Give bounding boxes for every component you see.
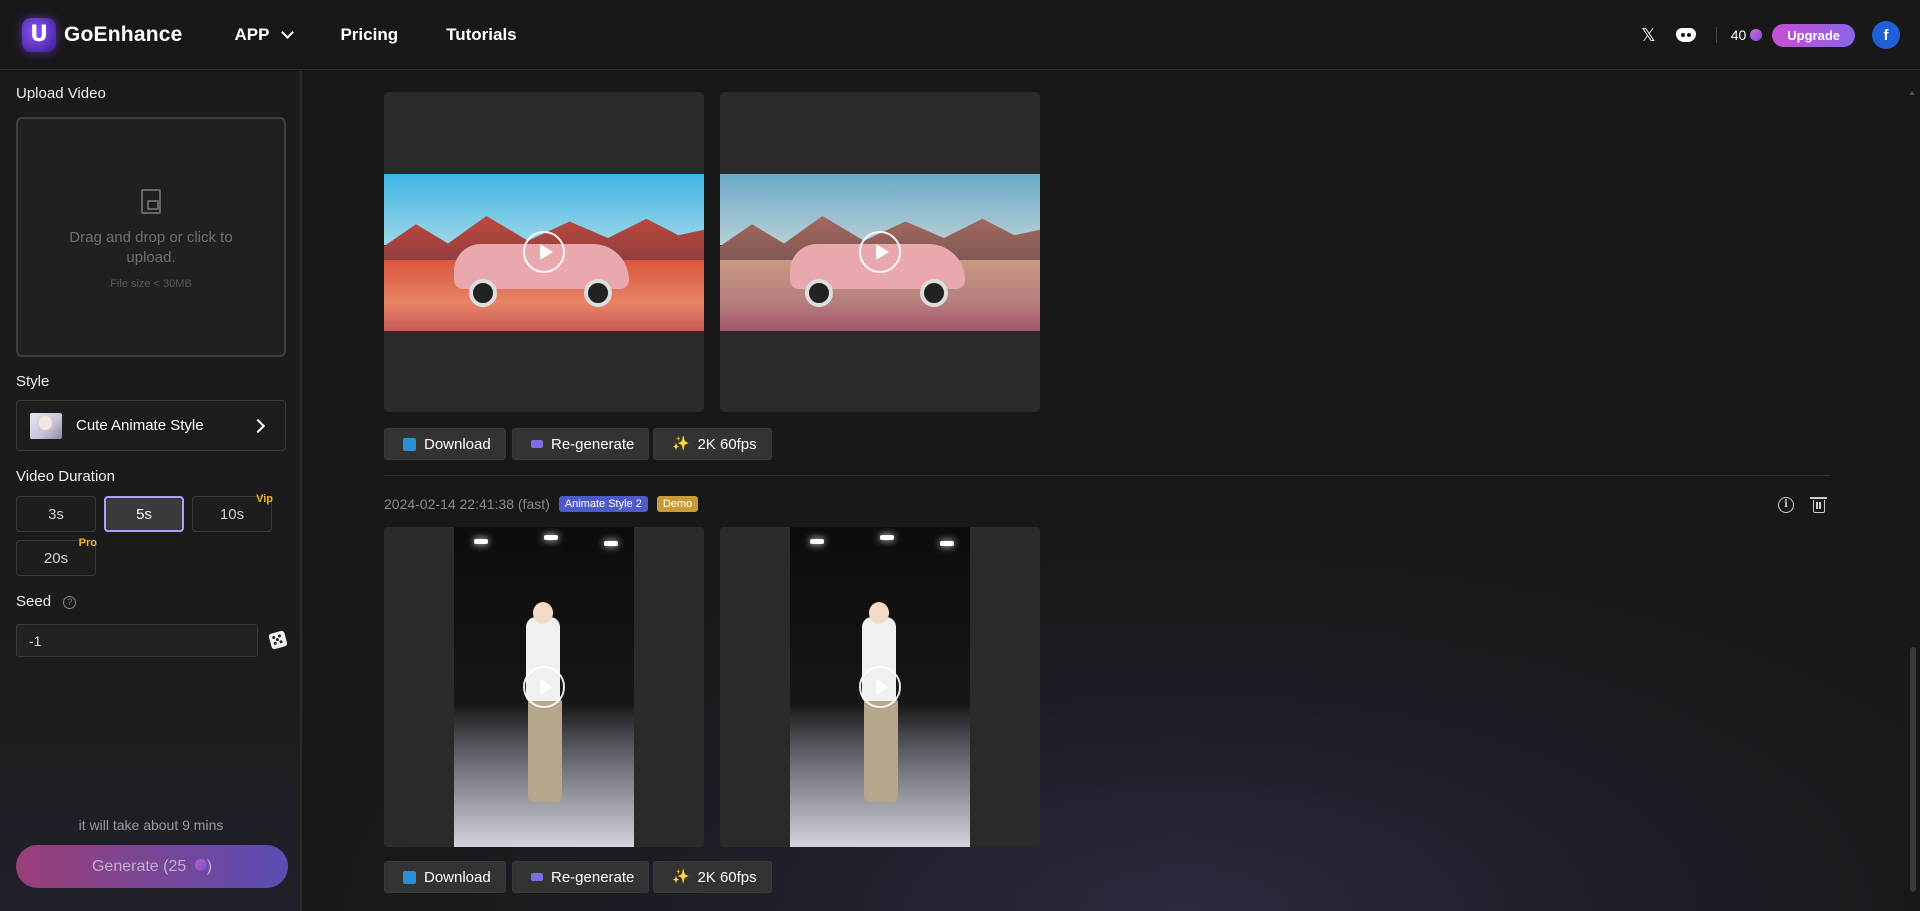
download-icon [403, 870, 416, 884]
upscale-label: 2K 60fps [697, 868, 757, 886]
play-icon[interactable] [523, 666, 565, 708]
time-estimate: it will take about 9 mins [78, 817, 224, 833]
duration-20s-label: 20s [43, 549, 69, 567]
play-icon[interactable] [523, 231, 565, 273]
result-timestamp: 2024-02-14 22:41:38 (fast) [384, 496, 550, 512]
generate-label: Generate (25 [91, 857, 187, 875]
upscale-button[interactable]: ✨ 2K 60fps [653, 861, 772, 893]
download-label: Download [424, 435, 491, 453]
duration-3s[interactable]: 3s [16, 496, 96, 532]
trash-icon[interactable] [1810, 497, 1827, 513]
pro-tag: Pro [78, 537, 97, 549]
nav-app[interactable]: APP [234, 24, 295, 45]
style-label: Style [16, 373, 50, 390]
regenerate-label: Re-generate [551, 868, 635, 886]
sparkle-icon: ✨ [672, 869, 690, 885]
upload-dropzone[interactable]: Drag and drop or click to upload. File s… [16, 117, 286, 357]
top-header: U GoEnhance APP Pricing Tutorials 𝕏 40 U… [0, 0, 1920, 70]
upload-label: Upload Video [16, 85, 106, 102]
nav-tutorials[interactable]: Tutorials [446, 25, 517, 45]
logo[interactable]: U GoEnhance [22, 17, 183, 52]
nav-app-label: APP [234, 24, 270, 44]
duration-5s-label: 5s [136, 505, 152, 523]
logo-text: GoEnhance [64, 22, 183, 46]
style-value: Cute Animate Style [76, 417, 204, 434]
scrollbar[interactable] [1904, 71, 1920, 911]
style-selector[interactable]: Cute Animate Style [16, 400, 286, 451]
chevron-right-icon [250, 418, 266, 434]
style-thumbnail [30, 412, 62, 439]
scroll-up-icon[interactable] [1909, 91, 1915, 95]
regenerate-button[interactable]: Re-generate [512, 428, 650, 460]
generate-button[interactable]: Generate (25 ) [16, 845, 288, 888]
upgrade-button[interactable]: Upgrade [1772, 23, 1855, 47]
main-nav: APP Pricing Tutorials [235, 25, 565, 45]
x-twitter-icon[interactable]: 𝕏 [1641, 25, 1656, 46]
results-panel: Download Re-generate ✨ 2K 60fps 2024-02-1… [304, 71, 1904, 911]
download-button[interactable]: Download [384, 428, 506, 460]
upload-size-limit: File size < 30MB [110, 278, 192, 290]
style-badge: Animate Style 2 [558, 496, 648, 512]
credits-value: 40 [1730, 27, 1747, 43]
demo-badge: Demo [656, 496, 699, 512]
download-icon [403, 437, 416, 451]
logo-icon: U [22, 17, 56, 52]
duration-10s-label: 10s [219, 505, 245, 523]
seed-label-row: Seed ? [16, 593, 77, 610]
credits-counter[interactable]: 40 [1731, 27, 1763, 43]
coin-icon [194, 858, 207, 871]
upscale-button[interactable]: ✨ 2K 60fps [653, 428, 772, 460]
avatar[interactable]: f [1872, 21, 1900, 49]
duration-20s[interactable]: 20s Pro [16, 537, 97, 576]
nav-tutorials-label: Tutorials [446, 24, 517, 44]
upload-instructions: Drag and drop or click to upload. [69, 229, 233, 266]
download-label: Download [424, 868, 491, 886]
discord-icon[interactable] [1675, 28, 1696, 42]
duration-10s[interactable]: 10s Vip [192, 493, 273, 532]
generated-video-card[interactable] [720, 527, 1040, 847]
download-button[interactable]: Download [384, 861, 506, 893]
info-icon[interactable]: i [1778, 497, 1794, 513]
regenerate-icon [531, 873, 543, 881]
original-video-card[interactable] [384, 527, 704, 847]
regenerate-label: Re-generate [551, 435, 635, 453]
nav-pricing-label: Pricing [340, 24, 399, 44]
regenerate-button[interactable]: Re-generate [512, 861, 650, 893]
scroll-thumb[interactable] [1910, 647, 1916, 892]
header-divider [1715, 27, 1717, 43]
coin-icon [1750, 29, 1763, 41]
nav-pricing[interactable]: Pricing [340, 25, 398, 45]
duration-label: Video Duration [16, 468, 115, 485]
settings-sidebar: Upload Video Drag and drop or click to u… [0, 71, 302, 911]
chevron-down-icon [281, 25, 295, 39]
generate-label-close: ) [206, 857, 213, 875]
header-actions: 𝕏 40 Upgrade f [1641, 0, 1900, 70]
upscale-label: 2K 60fps [697, 435, 757, 453]
vip-tag: Vip [256, 493, 273, 505]
play-icon[interactable] [859, 666, 901, 708]
file-video-icon [141, 189, 161, 214]
sparkle-icon: ✨ [672, 436, 690, 452]
duration-5s[interactable]: 5s [104, 496, 184, 532]
result-divider [384, 475, 1830, 476]
regenerate-icon [531, 440, 543, 448]
help-icon[interactable]: ? [63, 595, 77, 609]
original-video-card[interactable] [384, 92, 704, 412]
duration-3s-label: 3s [48, 505, 64, 523]
result-meta: 2024-02-14 22:41:38 (fast) Animate Style… [384, 496, 699, 512]
generated-video-card[interactable] [720, 92, 1040, 412]
seed-input[interactable] [16, 624, 258, 657]
play-icon[interactable] [859, 231, 901, 273]
seed-label: Seed [16, 593, 52, 610]
random-seed-icon[interactable] [268, 630, 288, 650]
